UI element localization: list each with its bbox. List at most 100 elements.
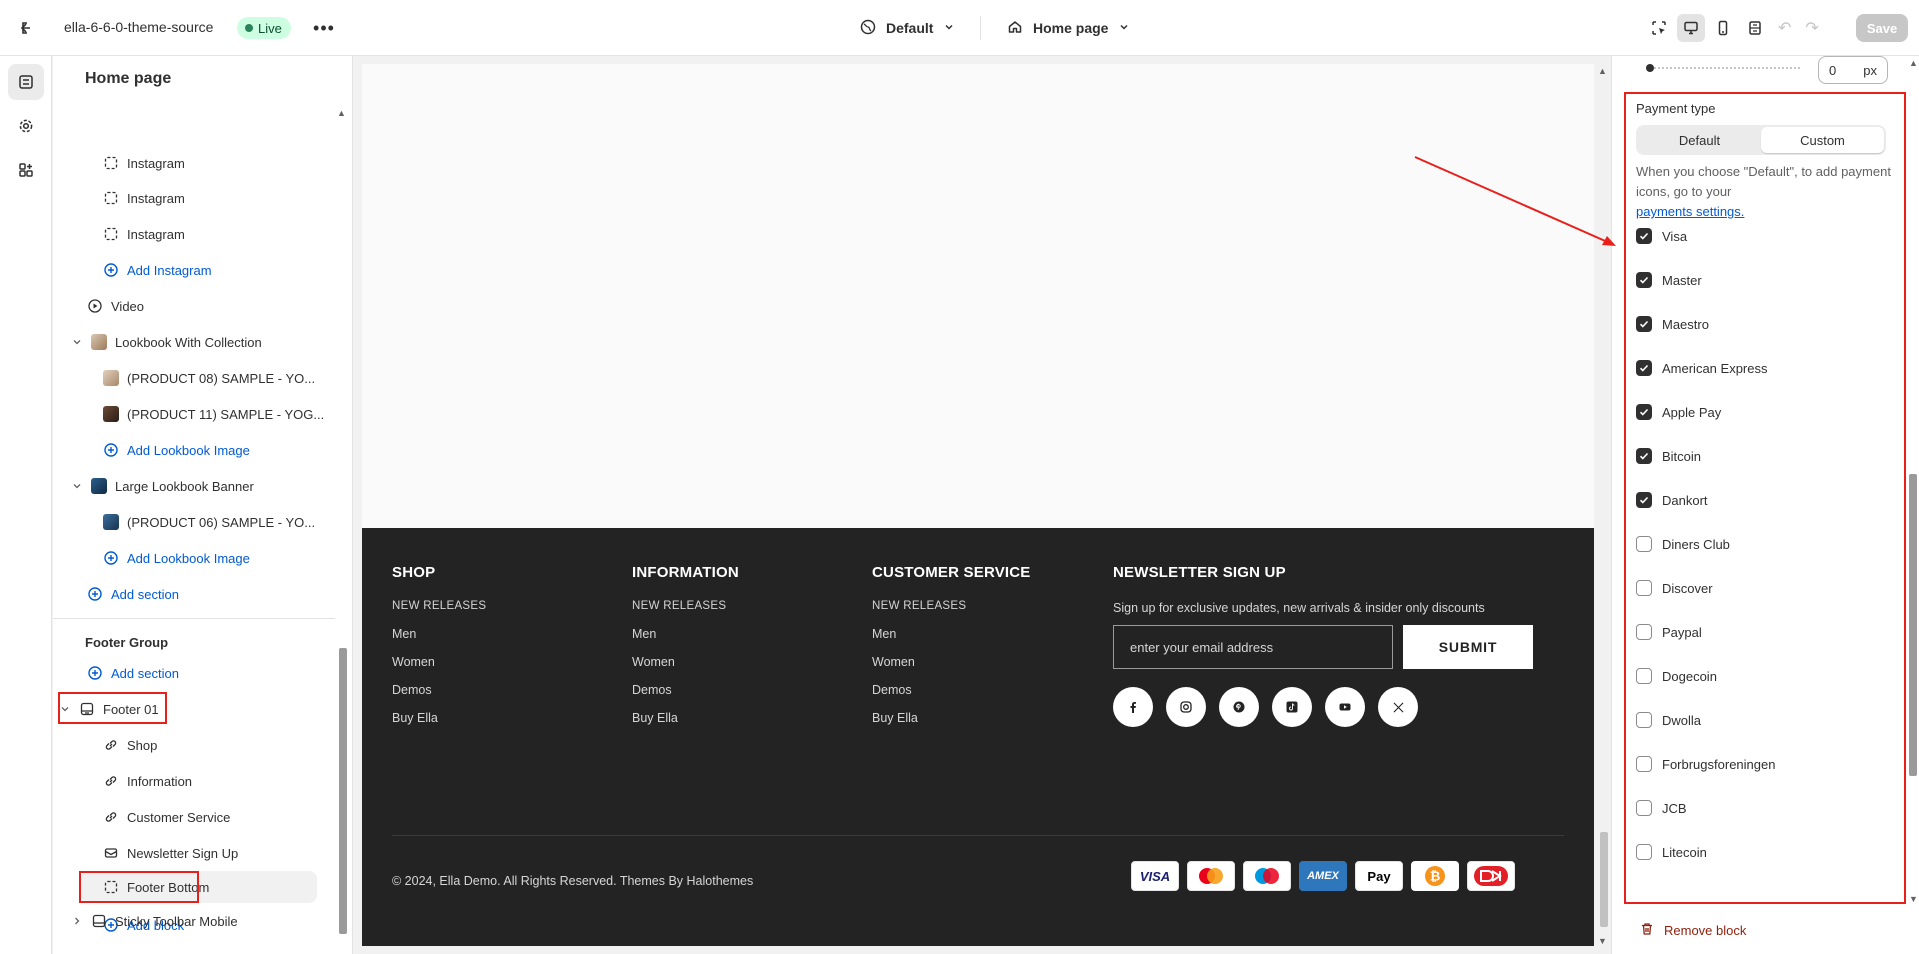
panel-scroll-up-icon[interactable]: ▲ bbox=[1909, 58, 1918, 68]
footer-link[interactable]: Women bbox=[872, 654, 1031, 682]
footer-link[interactable]: NEW RELEASES bbox=[872, 598, 1031, 626]
checkbox-checked-icon[interactable] bbox=[1636, 272, 1652, 288]
canvas-scroll-down-icon[interactable]: ▼ bbox=[1598, 936, 1607, 946]
remove-block-button[interactable]: Remove block bbox=[1640, 922, 1746, 939]
checkbox-unchecked-icon[interactable] bbox=[1636, 624, 1652, 640]
payment-option-checkbox[interactable]: American Express bbox=[1636, 358, 1767, 378]
payment-option-checkbox[interactable]: Diners Club bbox=[1636, 534, 1730, 554]
footer-link[interactable]: Demos bbox=[632, 682, 739, 710]
add-instagram-button[interactable]: Add Instagram bbox=[103, 255, 212, 285]
add-lookbook-image-button[interactable]: Add Lookbook Image bbox=[103, 435, 250, 465]
settings-gear-icon[interactable] bbox=[8, 108, 44, 144]
tree-item-product-06[interactable]: (PRODUCT 06) SAMPLE - YO... bbox=[103, 507, 315, 537]
panel-scrollbar-thumb[interactable] bbox=[1909, 474, 1917, 776]
payment-option-checkbox[interactable]: Dogecoin bbox=[1636, 666, 1717, 686]
checkbox-unchecked-icon[interactable] bbox=[1636, 844, 1652, 860]
tree-block-shop[interactable]: Shop bbox=[103, 730, 157, 760]
inspector-icon[interactable] bbox=[1645, 14, 1673, 42]
tree-block-information[interactable]: Information bbox=[103, 766, 192, 796]
payment-option-checkbox[interactable]: Dankort bbox=[1636, 490, 1708, 510]
panel-scroll-down-icon[interactable]: ▼ bbox=[1909, 894, 1918, 904]
tree-item-instagram[interactable]: Instagram bbox=[103, 148, 185, 178]
tree-section-video[interactable]: Video bbox=[87, 291, 144, 321]
size-px-input[interactable]: 0 px bbox=[1818, 56, 1888, 84]
add-lookbook-image-button[interactable]: Add Lookbook Image bbox=[103, 543, 250, 573]
payment-option-checkbox[interactable]: Bitcoin bbox=[1636, 446, 1701, 466]
footer-link[interactable]: Buy Ella bbox=[392, 710, 486, 738]
newsletter-submit-button[interactable]: SUBMIT bbox=[1403, 625, 1533, 669]
exit-icon[interactable] bbox=[18, 17, 40, 39]
tree-block-newsletter[interactable]: Newsletter Sign Up bbox=[103, 838, 238, 868]
tree-item-product-08[interactable]: (PRODUCT 08) SAMPLE - YO... bbox=[103, 363, 315, 393]
apps-icon[interactable] bbox=[8, 152, 44, 188]
payments-settings-link[interactable]: payments settings. bbox=[1636, 204, 1744, 219]
payment-option-checkbox[interactable]: Dwolla bbox=[1636, 710, 1701, 730]
canvas-scroll-up-icon[interactable]: ▲ bbox=[1598, 66, 1607, 76]
checkbox-checked-icon[interactable] bbox=[1636, 360, 1652, 376]
checkbox-unchecked-icon[interactable] bbox=[1636, 580, 1652, 596]
payment-type-default-option[interactable]: Default bbox=[1638, 127, 1761, 153]
redo-icon[interactable]: ↷ bbox=[1805, 18, 1818, 38]
footer-link[interactable]: Women bbox=[632, 654, 739, 682]
checkbox-unchecked-icon[interactable] bbox=[1636, 800, 1652, 816]
newsletter-email-input[interactable]: enter your email address bbox=[1113, 625, 1393, 669]
youtube-icon[interactable] bbox=[1325, 687, 1365, 727]
footer-link[interactable]: Women bbox=[392, 654, 486, 682]
footer-add-section-button[interactable]: Add section bbox=[87, 658, 179, 688]
desktop-view-icon[interactable] bbox=[1677, 14, 1705, 42]
footer-link[interactable]: Demos bbox=[872, 682, 1031, 710]
sidebar-scrollbar-thumb[interactable] bbox=[339, 648, 347, 934]
mobile-view-icon[interactable] bbox=[1709, 14, 1737, 42]
payment-option-checkbox[interactable]: Apple Pay bbox=[1636, 402, 1721, 422]
tree-section-lookbook-with-collection[interactable]: Lookbook With Collection bbox=[71, 327, 262, 357]
payment-option-checkbox[interactable]: Maestro bbox=[1636, 314, 1709, 334]
payment-option-checkbox[interactable]: Forbrugsforeningen bbox=[1636, 754, 1775, 774]
add-section-button[interactable]: Add section bbox=[87, 579, 179, 609]
facebook-icon[interactable] bbox=[1113, 687, 1153, 727]
checkbox-unchecked-icon[interactable] bbox=[1636, 668, 1652, 684]
checkbox-unchecked-icon[interactable] bbox=[1636, 712, 1652, 728]
page-selector[interactable]: Home page bbox=[1007, 16, 1130, 40]
footer-link[interactable]: Men bbox=[392, 626, 486, 654]
tree-block-customer-service[interactable]: Customer Service bbox=[103, 802, 230, 832]
sections-icon[interactable] bbox=[8, 64, 44, 100]
size-slider[interactable] bbox=[1646, 64, 1806, 72]
checkbox-unchecked-icon[interactable] bbox=[1636, 536, 1652, 552]
theme-selector[interactable]: Default bbox=[860, 16, 955, 40]
scroll-up-arrow-icon[interactable]: ▲ bbox=[337, 108, 346, 118]
payment-option-checkbox[interactable]: JCB bbox=[1636, 798, 1687, 818]
checkbox-unchecked-icon[interactable] bbox=[1636, 756, 1652, 772]
tree-item-product-11[interactable]: (PRODUCT 11) SAMPLE - YOG... bbox=[103, 399, 324, 429]
save-button[interactable]: Save bbox=[1856, 14, 1908, 42]
x-icon[interactable] bbox=[1378, 687, 1418, 727]
instagram-icon[interactable] bbox=[1166, 687, 1206, 727]
checkbox-checked-icon[interactable] bbox=[1636, 492, 1652, 508]
footer-link[interactable]: Men bbox=[632, 626, 739, 654]
checkbox-checked-icon[interactable] bbox=[1636, 228, 1652, 244]
more-options-icon[interactable]: ••• bbox=[312, 16, 336, 40]
footer-link[interactable]: Buy Ella bbox=[872, 710, 1031, 738]
pinterest-icon[interactable] bbox=[1219, 687, 1259, 727]
payment-option-checkbox[interactable]: Paypal bbox=[1636, 622, 1702, 642]
payment-type-custom-option[interactable]: Custom bbox=[1761, 127, 1884, 153]
tiktok-icon[interactable] bbox=[1272, 687, 1312, 727]
tree-item-instagram[interactable]: Instagram bbox=[103, 183, 185, 213]
undo-icon[interactable]: ↶ bbox=[1778, 18, 1791, 38]
chevron-right-icon[interactable] bbox=[71, 915, 83, 927]
payment-option-checkbox[interactable]: Litecoin bbox=[1636, 842, 1707, 862]
canvas-scrollbar-thumb[interactable] bbox=[1600, 832, 1608, 927]
tree-section-sticky-toolbar[interactable]: Sticky Toolbar Mobile bbox=[71, 906, 238, 936]
chevron-down-icon[interactable] bbox=[71, 480, 83, 492]
fullscreen-view-icon[interactable] bbox=[1741, 14, 1769, 42]
tree-item-instagram[interactable]: Instagram bbox=[103, 219, 185, 249]
footer-link[interactable]: Men bbox=[872, 626, 1031, 654]
payment-option-checkbox[interactable]: Master bbox=[1636, 270, 1702, 290]
footer-link[interactable]: Buy Ella bbox=[632, 710, 739, 738]
footer-link[interactable]: Demos bbox=[392, 682, 486, 710]
chevron-down-icon[interactable] bbox=[71, 336, 83, 348]
payment-option-checkbox[interactable]: Discover bbox=[1636, 578, 1713, 598]
checkbox-checked-icon[interactable] bbox=[1636, 448, 1652, 464]
tree-section-large-lookbook-banner[interactable]: Large Lookbook Banner bbox=[71, 471, 254, 501]
checkbox-checked-icon[interactable] bbox=[1636, 316, 1652, 332]
payment-option-checkbox[interactable]: Visa bbox=[1636, 226, 1687, 246]
